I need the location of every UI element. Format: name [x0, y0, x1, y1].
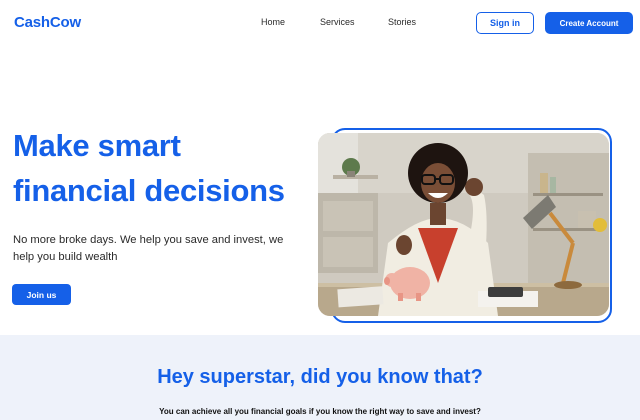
join-us-button[interactable]: Join us: [12, 284, 71, 305]
brand-logo[interactable]: CashCow: [14, 14, 81, 31]
info-title: Hey superstar, did you know that?: [157, 366, 483, 388]
info-text: You can achieve all you financial goals …: [159, 407, 481, 416]
sign-in-button[interactable]: Sign in: [476, 12, 534, 34]
nav-services[interactable]: Services: [320, 17, 355, 27]
hero-title-line-2: financial decisions: [13, 173, 285, 208]
woman-with-piggy-bank-illustration: [318, 133, 609, 316]
hero-subtitle: No more broke days. We help you save and…: [13, 234, 284, 263]
create-account-button[interactable]: Create Account: [545, 12, 633, 34]
site-header: CashCow Home Services Stories Sign in Cr…: [0, 0, 640, 46]
hero-title-line-1: Make smart: [13, 128, 181, 163]
nav-home[interactable]: Home: [261, 17, 285, 27]
hero-title: Make smart financial decisions: [13, 123, 313, 213]
hero-photo: [318, 133, 609, 316]
nav-stories[interactable]: Stories: [388, 17, 416, 27]
